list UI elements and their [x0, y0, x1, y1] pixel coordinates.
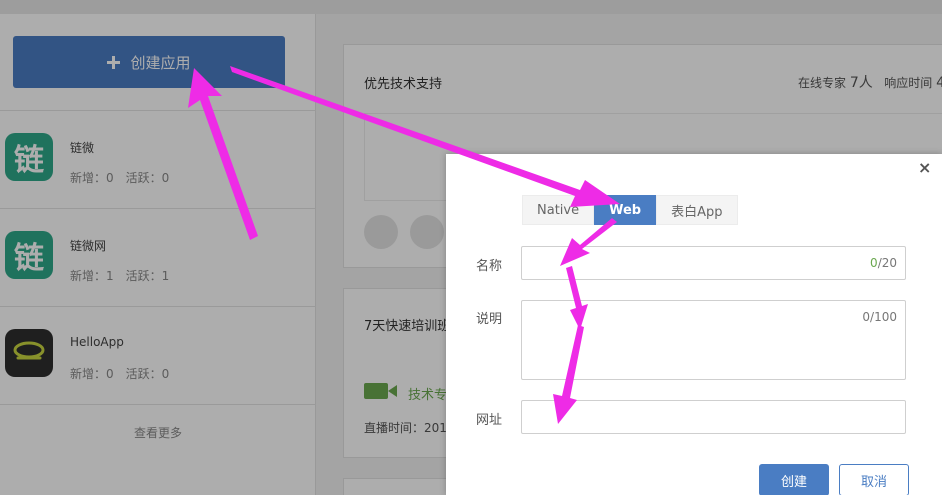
cancel-button[interactable]: 取消 — [839, 464, 909, 495]
description-count: 0 — [862, 310, 871, 324]
name-input[interactable]: 0/20 — [521, 246, 906, 280]
description-max: /100 — [870, 310, 897, 324]
platform-tabs: Native Web 表白App — [522, 195, 738, 225]
create-button[interactable]: 创建 — [759, 464, 829, 495]
description-char-counter: 0/100 — [862, 310, 897, 324]
description-label: 说明 — [476, 312, 503, 327]
create-app-dialog: × Native Web 表白App 名称 0/20 说明 0/100 网址 创… — [446, 154, 942, 495]
name-char-counter: 0/20 — [870, 256, 897, 270]
tab-native[interactable]: Native — [522, 195, 595, 225]
url-input[interactable] — [521, 400, 906, 434]
close-icon[interactable]: × — [918, 160, 931, 176]
name-max: /20 — [877, 256, 897, 270]
url-label: 网址 — [476, 413, 503, 428]
name-count: 0 — [870, 256, 878, 270]
tab-biaobai-app[interactable]: 表白App — [656, 195, 738, 225]
description-textarea[interactable]: 0/100 — [521, 300, 906, 380]
name-label: 名称 — [476, 259, 503, 274]
tab-web[interactable]: Web — [594, 195, 657, 225]
